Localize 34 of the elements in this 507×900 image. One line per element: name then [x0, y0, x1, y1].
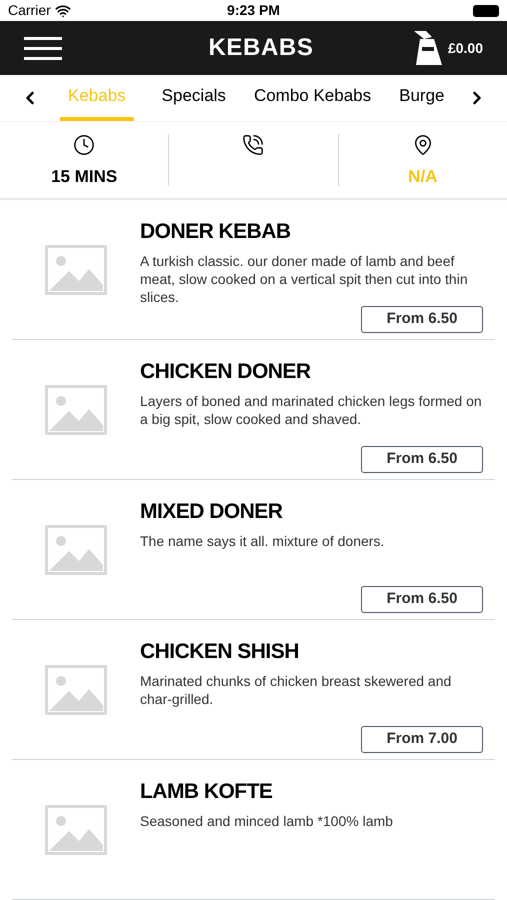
- battery-icon: [472, 4, 499, 16]
- price-button[interactable]: From 7.00: [361, 726, 483, 752]
- image-placeholder-icon: [45, 524, 107, 574]
- clock-icon: [73, 134, 96, 156]
- item-description: Seasoned and minced lamb *100% lamb: [140, 812, 394, 830]
- phone-icon[interactable]: [242, 134, 264, 156]
- item-description: A turkish classic. our doner made of lamb and beef meat, slow cooked on a vertical spit then cut into thin slices.: [140, 252, 469, 306]
- item-description: Layers of boned and marinated chicken legs formed on a big spit, slow cooked and shaved.: [140, 392, 483, 429]
- item-name[interactable]: CHICKEN DONER: [140, 356, 487, 388]
- status-time: 9:23 PM: [227, 1, 280, 20]
- info-text: N/A: [408, 166, 438, 186]
- item-name[interactable]: CHICKEN SHISH: [140, 636, 487, 668]
- category-tab[interactable]: Specials: [162, 75, 226, 121]
- carrier-label: Carrier: [8, 1, 51, 20]
- category-tab[interactable]: Combo Kebabs: [254, 75, 372, 121]
- page-title: KEBABS: [208, 33, 314, 64]
- category-tab[interactable]: Burge: [399, 75, 444, 121]
- cart-button[interactable]: £0.00: [412, 29, 483, 68]
- menu-icon[interactable]: [24, 36, 62, 60]
- info-text: 15 MINS: [51, 166, 118, 186]
- price-button[interactable]: From 6.50: [361, 446, 483, 472]
- item-name[interactable]: DONER KEBAB: [140, 216, 487, 248]
- item-name[interactable]: LAMB KOFTE: [140, 776, 487, 808]
- bag-icon: [412, 29, 444, 68]
- image-placeholder-icon: [45, 664, 107, 714]
- image-placeholder-icon: [45, 384, 107, 434]
- price-button[interactable]: From 6.50: [361, 306, 483, 332]
- item-description: Marinated chunks of chicken breast skewered and char-grilled.: [140, 672, 452, 709]
- price-button[interactable]: From 6.50: [361, 586, 483, 612]
- wifi-icon: [54, 2, 71, 18]
- image-placeholder-icon: [45, 244, 107, 294]
- image-placeholder-icon: [45, 804, 107, 854]
- item-description: The name says it all. mixture of doners.: [140, 532, 386, 551]
- item-name[interactable]: MIXED DONER: [140, 496, 487, 528]
